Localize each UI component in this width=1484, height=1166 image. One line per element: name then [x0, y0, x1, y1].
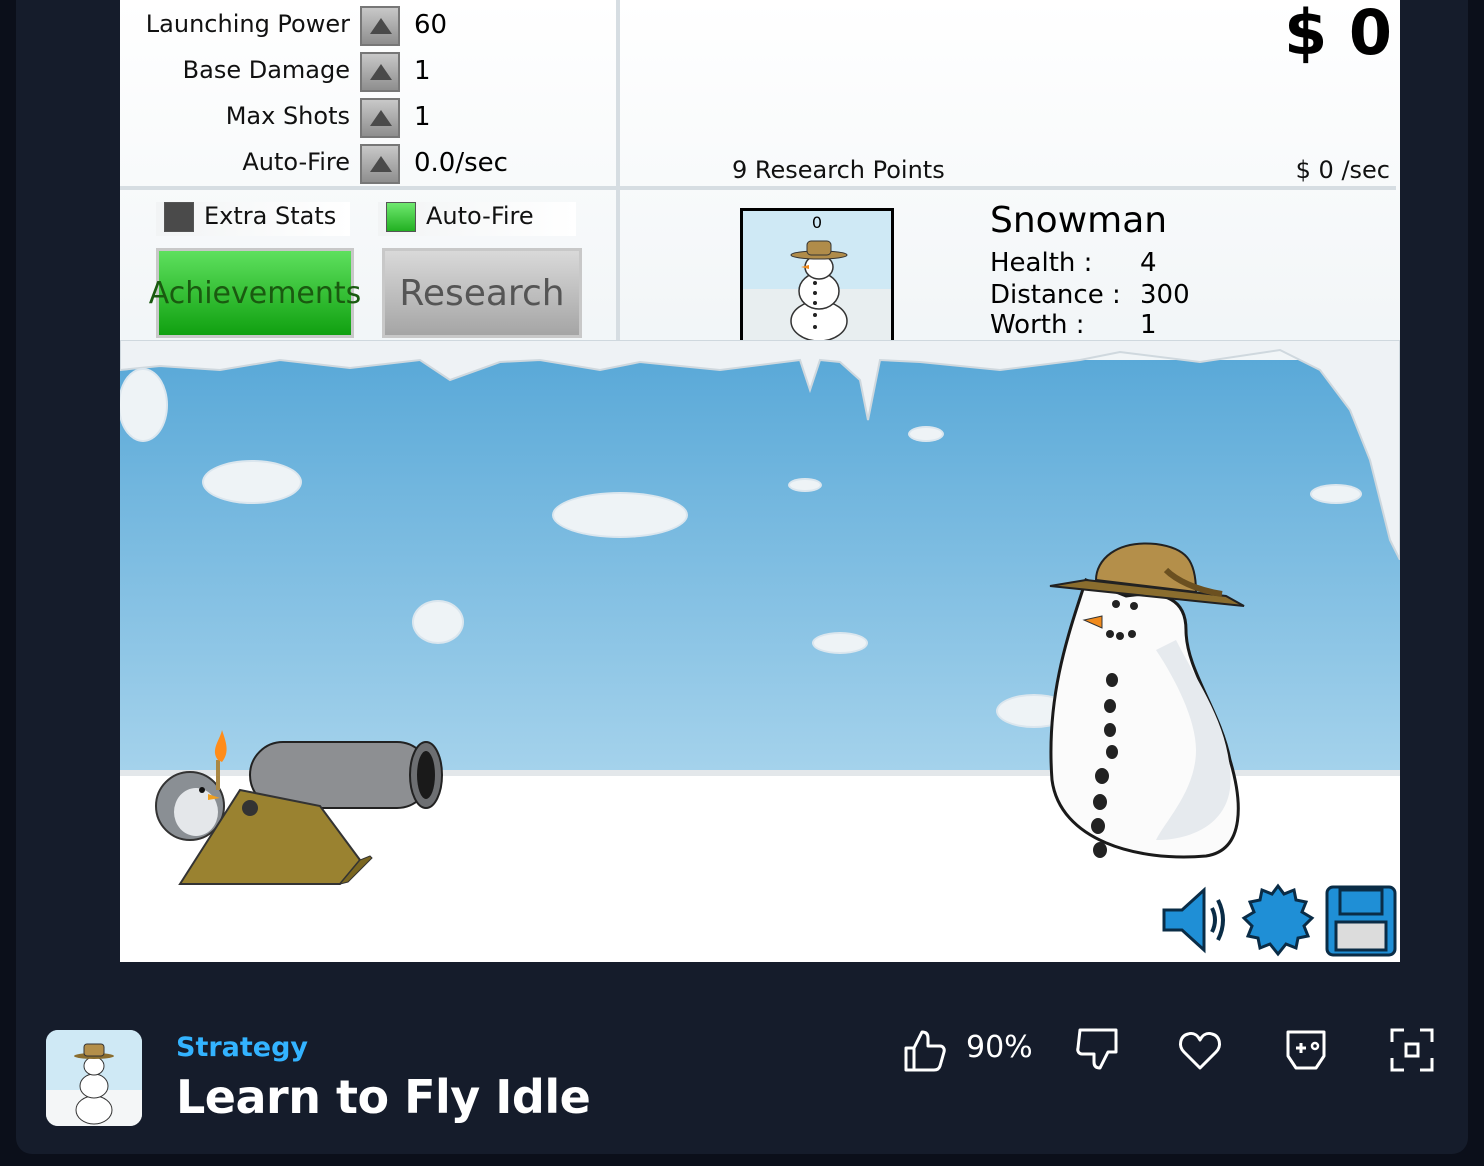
upgrade-auto-fire-button[interactable]: [360, 144, 400, 184]
game-category[interactable]: Strategy: [176, 1032, 308, 1063]
stat-value: 300: [1140, 280, 1190, 310]
speaker-icon[interactable]: [1160, 884, 1232, 956]
floppy-disk-icon[interactable]: [1324, 884, 1398, 958]
stat-auto-fire: Auto-Fire 0.0/sec: [120, 142, 620, 184]
research-button[interactable]: Research: [382, 248, 582, 338]
snowman-enemy: [1049, 542, 1245, 859]
stat-value: 1: [1140, 310, 1157, 340]
enemy-count: 0: [811, 213, 823, 232]
stat-value: 1: [414, 102, 431, 132]
stat-base-damage: Base Damage 1: [120, 50, 620, 92]
stat-value: 1: [414, 56, 431, 86]
stat-label: Launching Power: [145, 10, 350, 38]
upgrade-base-damage-button[interactable]: [360, 52, 400, 92]
icicle-overhang: [120, 340, 1400, 560]
income-rate: $ 0 /sec: [1295, 156, 1390, 184]
research-points: 9 Research Points: [732, 156, 945, 184]
achievements-button[interactable]: Achievements: [149, 248, 361, 338]
stat-launching-power: Launching Power 60: [120, 4, 620, 46]
cloud: [790, 480, 820, 490]
auto-fire-toggle[interactable]: Auto-Fire: [378, 202, 576, 236]
cloud: [414, 602, 462, 642]
stat-label: Health :: [990, 248, 1093, 278]
game-frame: Launching Power 60 Base Damage 1 Max Sho…: [16, 0, 1468, 1154]
checkbox-off: [164, 202, 194, 232]
thumbs-down-icon[interactable]: [1074, 1026, 1122, 1074]
game-title: Learn to Fly Idle: [176, 1070, 591, 1124]
cannon-icon[interactable]: [150, 730, 450, 890]
stat-label: Worth :: [990, 310, 1085, 340]
upgrade-max-shots-button[interactable]: [360, 98, 400, 138]
stat-label: Base Damage: [182, 56, 350, 84]
stat-label: Max Shots: [225, 102, 350, 130]
snowman-icon: [46, 1030, 142, 1126]
stat-value: 60: [414, 10, 448, 40]
cloud: [554, 494, 686, 536]
enemy-distance: Distance : 300: [990, 280, 1190, 310]
upgrade-launching-power-button[interactable]: [360, 6, 400, 46]
upgrade-panel: Launching Power 60 Base Damage 1 Max Sho…: [120, 0, 1400, 360]
enemy-name: Snowman: [990, 200, 1168, 241]
cloud: [120, 370, 166, 440]
cloud: [1312, 486, 1360, 502]
divider: [120, 186, 1396, 190]
money-display: $ 0: [1284, 0, 1392, 69]
fullscreen-icon[interactable]: [1388, 1026, 1436, 1074]
enemy-portrait: 0: [740, 208, 894, 344]
toggle-label: Auto-Fire: [426, 202, 534, 230]
thumbs-up-icon[interactable]: [900, 1026, 948, 1074]
gamepad-icon[interactable]: [1282, 1026, 1330, 1074]
stat-max-shots: Max Shots 1: [120, 96, 620, 138]
heart-icon[interactable]: [1176, 1026, 1224, 1074]
cloud: [910, 428, 942, 440]
cloud: [204, 462, 300, 502]
enemy-worth: Worth : 1: [990, 310, 1157, 340]
stat-value: 4: [1140, 248, 1157, 278]
game-canvas[interactable]: Launching Power 60 Base Damage 1 Max Sho…: [120, 0, 1400, 962]
game-thumbnail[interactable]: [46, 1030, 142, 1126]
stat-label: Auto-Fire: [242, 148, 350, 176]
stat-value: 0.0/sec: [414, 148, 508, 178]
cloud: [814, 634, 866, 652]
extra-stats-toggle[interactable]: Extra Stats: [156, 202, 350, 236]
enemy-health: Health : 4: [990, 248, 1157, 278]
stat-label: Distance :: [990, 280, 1121, 310]
divider: [616, 0, 620, 356]
gear-icon[interactable]: [1240, 882, 1316, 958]
checkbox-on: [386, 202, 416, 232]
toggle-label: Extra Stats: [204, 202, 337, 230]
rating-percent: 90%: [966, 1030, 1033, 1065]
